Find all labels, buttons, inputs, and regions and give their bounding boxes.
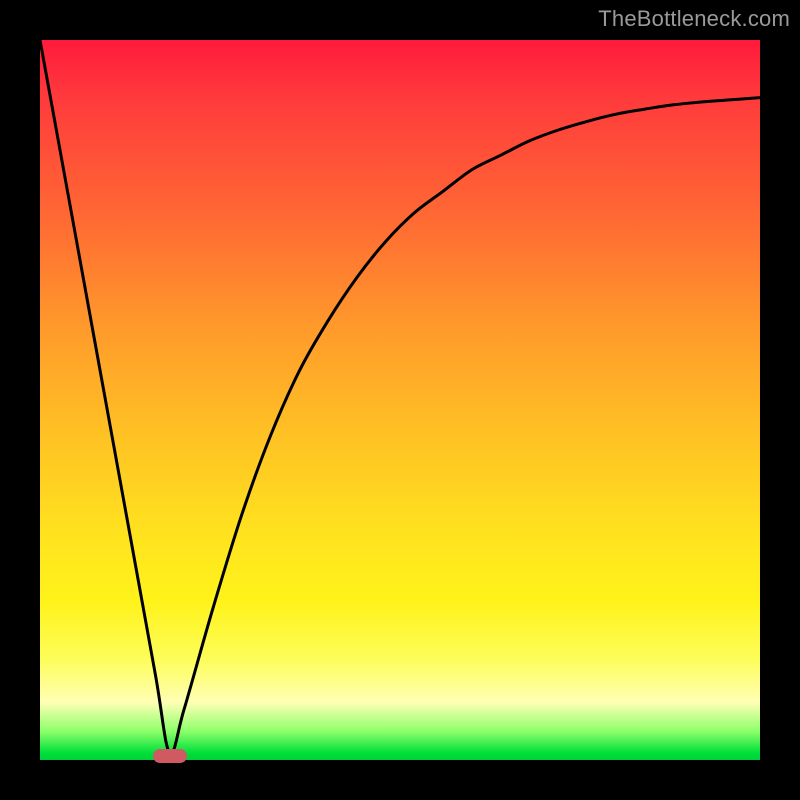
optimal-point-marker (153, 749, 187, 763)
curve-path (40, 40, 760, 754)
bottleneck-curve (40, 40, 760, 760)
chart-frame: TheBottleneck.com (0, 0, 800, 800)
plot-area (40, 40, 760, 760)
watermark-text: TheBottleneck.com (598, 6, 790, 32)
